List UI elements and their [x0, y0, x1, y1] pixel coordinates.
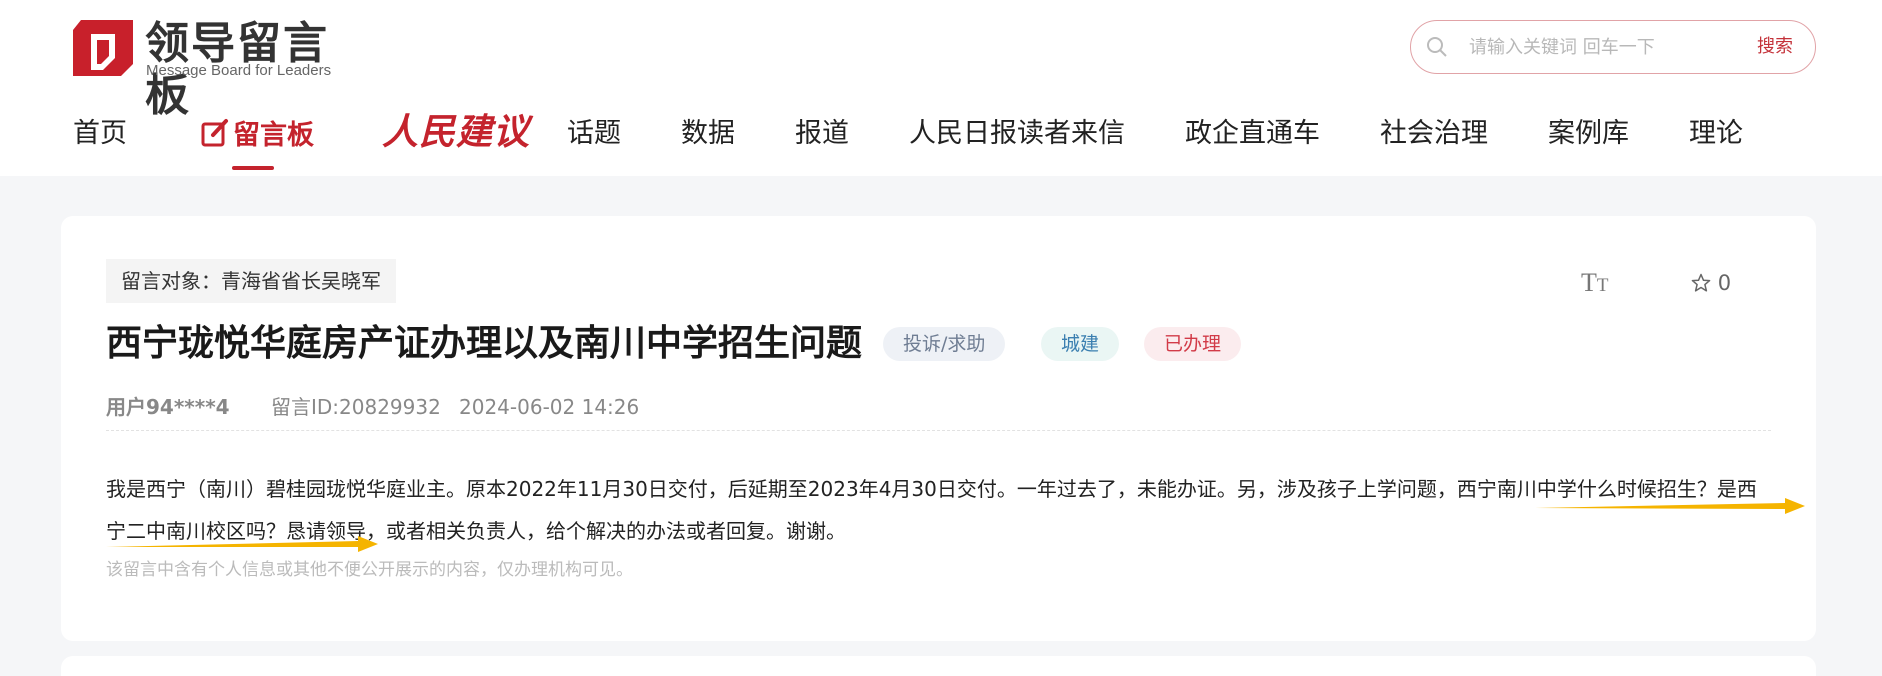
nav-item-home[interactable]: 首页	[73, 118, 127, 150]
site-logo[interactable]: 领导留言板 Message Board for Leaders	[73, 18, 363, 121]
star-icon	[1691, 273, 1711, 292]
nav-item-case-library[interactable]: 案例库	[1548, 118, 1629, 150]
nav-item-data[interactable]: 数据	[681, 118, 735, 150]
message-user: 用户94****4	[106, 392, 230, 422]
main-nav: 首页 留言板 人民建议 话题 数据 报道 人民日报读者来信 政企直通车 社会治理…	[0, 108, 1882, 170]
tag-field: 城建	[1041, 327, 1120, 361]
message-id: 留言ID:20829932	[271, 395, 441, 419]
privacy-note: 该留言中含有个人信息或其他不便公开展示的内容，仅办理机构可见。	[106, 560, 633, 580]
nav-item-message-board-label: 留言板	[233, 120, 314, 151]
search-input[interactable]	[1469, 33, 1739, 61]
nav-active-indicator	[232, 166, 274, 170]
site-header: 领导留言板 Message Board for Leaders 搜索 首页 留言…	[0, 0, 1882, 176]
favorite-button[interactable]: 0	[1691, 270, 1731, 296]
favorite-count: 0	[1717, 271, 1732, 295]
search-icon[interactable]	[1426, 36, 1448, 58]
edit-icon	[201, 119, 228, 147]
message-card: 留言对象：青海省省长吴晓军 TT 0 西宁珑悦华庭房产证办理以及南川中学招生问题…	[61, 216, 1816, 641]
tag-type: 投诉/求助	[883, 327, 1006, 361]
message-target: 留言对象：青海省省长吴晓军	[106, 259, 396, 303]
nav-item-reader-letters[interactable]: 人民日报读者来信	[909, 118, 1125, 150]
nav-item-message-board[interactable]: 留言板	[200, 118, 314, 152]
nav-item-topics[interactable]: 话题	[567, 118, 621, 150]
message-title: 西宁珑悦华庭房产证办理以及南川中学招生问题	[106, 323, 863, 364]
highlight-arrow-icon	[106, 536, 378, 552]
highlight-arrow-icon	[1535, 498, 1805, 514]
divider	[106, 430, 1771, 431]
nav-item-theory[interactable]: 理论	[1689, 118, 1743, 150]
user-name: 用户94****4	[106, 395, 230, 419]
search-box: 搜索	[1410, 20, 1816, 74]
nav-item-reports[interactable]: 报道	[795, 118, 849, 150]
search-button[interactable]: 搜索	[1757, 33, 1793, 61]
nav-item-gov-enterprise[interactable]: 政企直通车	[1185, 118, 1320, 150]
logo-subtitle: Message Board for Leaders	[146, 62, 332, 79]
next-card	[61, 656, 1816, 676]
logo-mark-icon	[73, 20, 133, 76]
status-badge: 已办理	[1144, 327, 1242, 361]
nav-item-people-suggestion[interactable]: 人民建议	[382, 108, 530, 156]
nav-item-social-governance[interactable]: 社会治理	[1380, 118, 1488, 150]
font-size-toggle[interactable]: TT	[1581, 268, 1609, 301]
message-time: 2024-06-02 14:26	[459, 395, 640, 419]
